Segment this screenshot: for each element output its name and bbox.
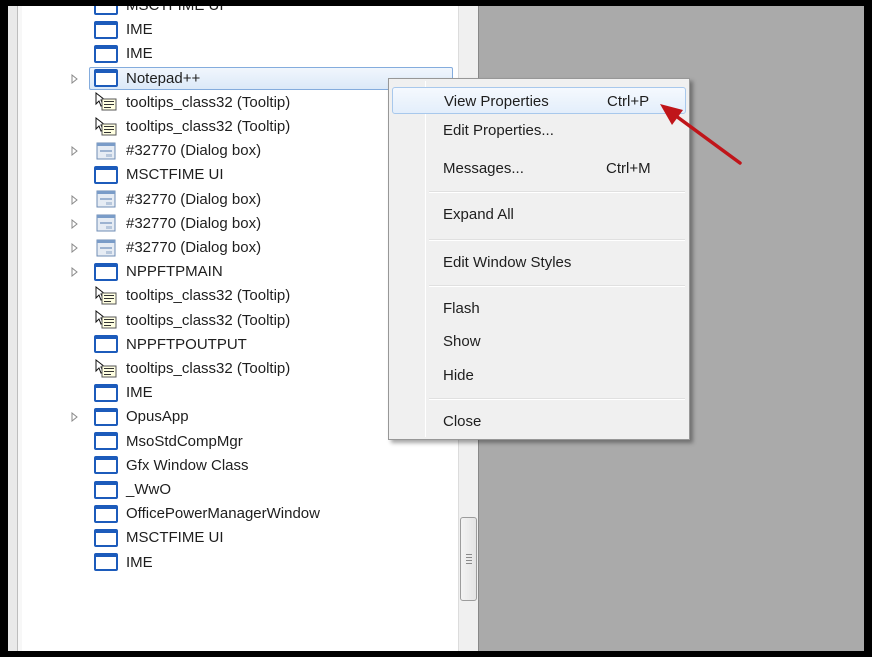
screenshot-frame: MSCTFIME UI IME IME Notepad++ tooltips_class… bbox=[0, 0, 872, 657]
tree-row-label: tooltips_class32 (Tooltip) bbox=[126, 311, 291, 329]
tree-row-label: IME bbox=[126, 384, 153, 402]
expand-arrow-icon[interactable] bbox=[70, 145, 80, 157]
expand-arrow-icon[interactable] bbox=[70, 242, 80, 254]
tree-row-label: tooltips_class32 (Tooltip) bbox=[126, 118, 291, 135]
tree-row-label: #32770 (Dialog box) bbox=[126, 190, 262, 208]
tree-row-label: MSCTFIME UI bbox=[126, 6, 224, 17]
tree-row-label: #32770 (Dialog box) bbox=[126, 142, 262, 160]
menu-separator bbox=[429, 191, 685, 193]
tree-row-label: Notepad++ bbox=[126, 69, 201, 87]
tooltip-icon bbox=[92, 285, 120, 306]
tree-row-label: OfficePowerManagerWindow bbox=[126, 505, 320, 523]
tree-row[interactable]: _WwO bbox=[22, 478, 458, 501]
window-icon bbox=[92, 552, 120, 572]
tooltip-icon bbox=[92, 92, 120, 112]
menu-item-label: Flash bbox=[443, 300, 480, 317]
menu-item-label: View Properties bbox=[444, 93, 549, 110]
menu-item-edit-window-styles[interactable]: Edit Window Styles bbox=[392, 249, 686, 276]
tree-row-label: MsoStdCompMgr bbox=[126, 432, 243, 450]
menu-item-close[interactable]: Close bbox=[392, 408, 686, 435]
context-menu: View Properties Ctrl+P Edit Properties... M… bbox=[388, 78, 690, 440]
tree-row-label: NPPFTPMAIN bbox=[126, 263, 223, 281]
scrollbar-thumb[interactable] bbox=[460, 517, 477, 601]
scrollbar-grip-line bbox=[466, 554, 472, 555]
tree-row[interactable]: IME bbox=[22, 42, 458, 65]
menu-item-label: Expand All bbox=[443, 206, 514, 223]
menu-separator bbox=[429, 285, 685, 287]
menu-item-hide[interactable]: Hide bbox=[392, 362, 686, 389]
menu-separator bbox=[429, 239, 685, 241]
tree-row[interactable]: IME bbox=[22, 551, 458, 574]
window-icon bbox=[92, 262, 120, 282]
tooltip-icon bbox=[92, 116, 120, 137]
tree-row-label: _WwO bbox=[126, 481, 171, 498]
tree-row-label: MSCTFIME UI bbox=[126, 166, 224, 184]
menu-item-label: Edit Properties... bbox=[443, 122, 554, 139]
tree-row-label: NPPFTPOUTPUT bbox=[126, 335, 247, 353]
scrollbar-grip-line bbox=[466, 557, 472, 558]
menu-item-label: Show bbox=[443, 333, 481, 350]
menu-item-expand-all[interactable]: Expand All bbox=[392, 201, 686, 228]
tree-row[interactable]: OfficePowerManagerWindow bbox=[22, 502, 458, 525]
dialog-icon bbox=[92, 141, 120, 161]
window-icon bbox=[92, 431, 120, 451]
window-icon bbox=[92, 165, 120, 185]
menu-item-flash[interactable]: Flash bbox=[392, 295, 686, 322]
window-icon bbox=[92, 383, 120, 403]
tree-row-label: tooltips_class32 (Tooltip) bbox=[126, 360, 291, 377]
menu-separator bbox=[429, 398, 685, 400]
expand-arrow-icon[interactable] bbox=[70, 73, 80, 85]
window-icon bbox=[92, 528, 120, 548]
window-icon bbox=[92, 480, 120, 500]
window-icon bbox=[92, 334, 120, 354]
tree-row-label: #32770 (Dialog box) bbox=[126, 214, 262, 232]
menu-item-edit-properties[interactable]: Edit Properties... bbox=[392, 117, 686, 144]
tree-row[interactable]: MSCTFIME UI bbox=[22, 6, 458, 17]
tree-row-label: #32770 (Dialog box) bbox=[126, 239, 262, 256]
dialog-icon bbox=[92, 213, 120, 233]
window-icon bbox=[92, 44, 120, 64]
window-icon bbox=[92, 504, 120, 524]
tree-row-label: tooltips_class32 (Tooltip) bbox=[126, 93, 291, 111]
scrollbar-grip-line bbox=[466, 563, 472, 564]
left-splitter[interactable] bbox=[8, 6, 18, 651]
menu-item-label: Edit Window Styles bbox=[443, 254, 572, 271]
tree-row-label: IME bbox=[126, 21, 153, 39]
expand-arrow-icon[interactable] bbox=[70, 194, 80, 206]
expand-arrow-icon[interactable] bbox=[70, 266, 80, 278]
tree-row-label: MSCTFIME UI bbox=[126, 529, 224, 547]
tree-row-label: OpusApp bbox=[126, 408, 189, 426]
menu-item-shortcut: Ctrl+P bbox=[607, 93, 650, 110]
tooltip-icon bbox=[92, 358, 120, 379]
dialog-icon bbox=[92, 238, 120, 258]
menu-item-shortcut: Ctrl+M bbox=[606, 160, 651, 177]
tree-row[interactable]: MSCTFIME UI bbox=[22, 526, 458, 549]
tree-row-label: IME bbox=[126, 45, 153, 63]
tooltip-icon bbox=[92, 310, 120, 330]
tree-row[interactable]: IME bbox=[22, 18, 458, 41]
window-icon bbox=[92, 68, 120, 88]
tree-row-label: IME bbox=[126, 553, 153, 571]
red-annotation-arrow bbox=[660, 104, 742, 165]
window-icon bbox=[92, 6, 120, 16]
menu-item-messages[interactable]: Messages... Ctrl+M bbox=[392, 155, 686, 182]
window-icon bbox=[92, 455, 120, 475]
menu-item-label: Close bbox=[443, 413, 482, 430]
scrollbar-grip-line bbox=[466, 560, 472, 561]
tree-row[interactable]: Gfx Window Class bbox=[22, 454, 458, 477]
window-icon bbox=[92, 20, 120, 40]
menu-item-view-properties[interactable]: View Properties Ctrl+P bbox=[392, 87, 686, 114]
menu-item-label: Hide bbox=[443, 367, 474, 384]
expand-arrow-icon[interactable] bbox=[70, 411, 80, 423]
tree-row-label: tooltips_class32 (Tooltip) bbox=[126, 287, 291, 305]
menu-item-show[interactable]: Show bbox=[392, 328, 686, 355]
menu-item-label: Messages... bbox=[443, 160, 524, 177]
expand-arrow-icon[interactable] bbox=[70, 218, 80, 230]
tree-row-label: Gfx Window Class bbox=[126, 456, 249, 474]
dialog-icon bbox=[92, 189, 120, 209]
window-icon bbox=[92, 407, 120, 427]
